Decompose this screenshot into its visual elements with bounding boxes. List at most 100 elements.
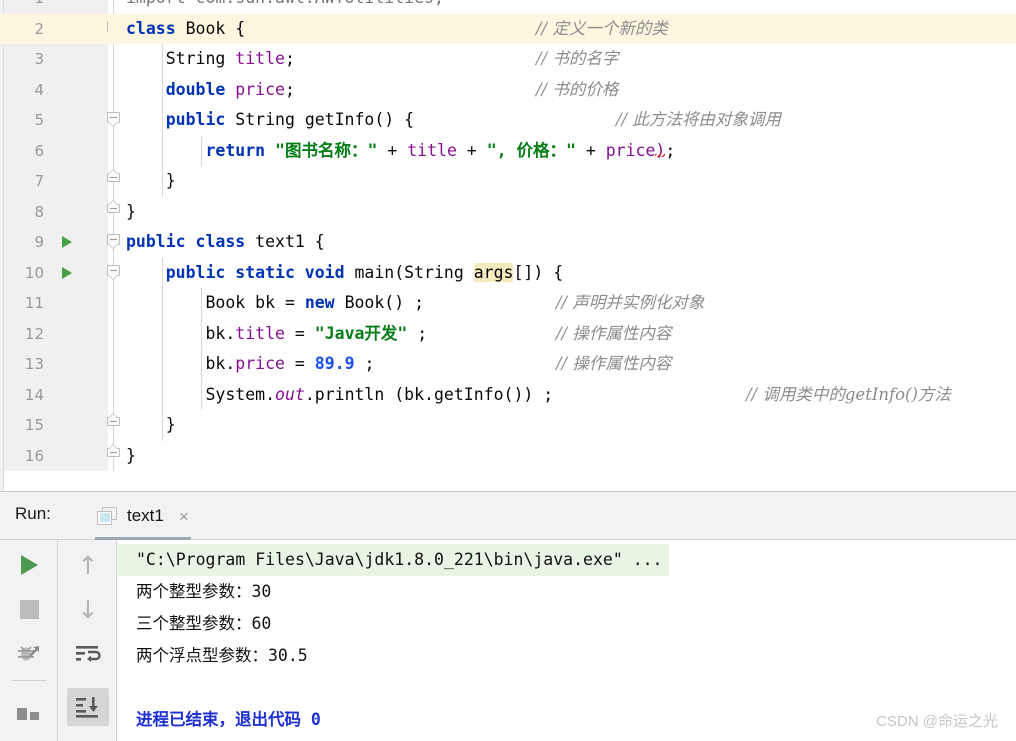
code-token: new bbox=[304, 293, 345, 312]
code-token: } bbox=[126, 171, 176, 190]
code-token: title bbox=[407, 140, 457, 160]
code-text-area[interactable]: return "图书名称：" + title + ", 价格：" + price… bbox=[108, 135, 1016, 167]
editor-gutter[interactable]: 4 bbox=[4, 74, 108, 105]
line-number: 11 bbox=[24, 294, 44, 312]
code-tokens: public String getInfo() { bbox=[126, 105, 414, 136]
code-tokens: bk.price = 89.9 ; bbox=[126, 349, 374, 380]
code-tokens: } bbox=[126, 441, 136, 472]
code-line[interactable]: 12 bk.title = "Java开发" ; // 操作属性内容 bbox=[0, 318, 1016, 349]
code-token: + bbox=[456, 140, 487, 160]
soft-wrap-button[interactable] bbox=[67, 635, 109, 673]
line-number: 7 bbox=[34, 172, 44, 190]
rerun-button[interactable] bbox=[8, 546, 50, 584]
editor-gutter[interactable]: 13 bbox=[4, 349, 108, 380]
pin-button[interactable] bbox=[8, 695, 50, 733]
run-gutter-icon[interactable] bbox=[62, 236, 72, 248]
console-output[interactable]: "C:\Program Files\Java\jdk1.8.0_221\bin\… bbox=[118, 540, 1016, 741]
code-line[interactable]: 8} bbox=[0, 196, 1016, 228]
run-gutter-icon[interactable] bbox=[62, 266, 72, 279]
editor-gutter[interactable]: 9 bbox=[4, 227, 108, 258]
code-line[interactable]: 13 bk.price = 89.9 ; // 操作属性内容 bbox=[0, 349, 1016, 380]
code-line[interactable]: 3 String title; // 书的名字 bbox=[0, 44, 1016, 75]
code-comment: // 此方法将由对象调用 bbox=[616, 110, 781, 129]
code-token: ; bbox=[407, 323, 428, 343]
editor-gutter[interactable]: 12 bbox=[4, 318, 108, 349]
code-token: bk. bbox=[126, 323, 236, 343]
code-tokens: } bbox=[126, 410, 176, 441]
code-tokens: } bbox=[126, 166, 176, 197]
code-text-area[interactable]: bk.title = "Java开发" ; // 操作属性内容 bbox=[108, 318, 1016, 349]
code-token: Book { bbox=[185, 18, 246, 38]
code-line[interactable]: 9 public class text1 { bbox=[0, 227, 1016, 258]
line-number: 15 bbox=[24, 416, 44, 434]
code-comment: // 书的价格 bbox=[536, 79, 619, 99]
scroll-to-end-button[interactable] bbox=[67, 688, 109, 726]
code-tokens: } bbox=[126, 197, 136, 228]
editor-gutter[interactable]: 6 bbox=[4, 135, 108, 166]
code-token: ; bbox=[665, 140, 676, 160]
editor-gutter[interactable]: 7 bbox=[4, 166, 108, 197]
stop-button[interactable] bbox=[8, 590, 50, 628]
code-text-area[interactable]: } bbox=[108, 197, 1016, 228]
line-number: 9 bbox=[34, 233, 44, 251]
line-number: 10 bbox=[24, 263, 44, 282]
console-output-line: 两个浮点型参数：30.5 bbox=[136, 646, 308, 665]
code-tokens: System.out.println (bk.getInfo()) ; bbox=[126, 380, 553, 411]
code-token: "Java开发" bbox=[314, 323, 408, 343]
code-text-area[interactable]: public class text1 { bbox=[108, 227, 1016, 258]
code-text-area[interactable]: public static void main(String args[]) { bbox=[108, 257, 1016, 289]
code-line[interactable]: 15 } bbox=[0, 410, 1016, 441]
code-comment: // 定义一个新的类 bbox=[536, 18, 668, 38]
code-line[interactable]: 2 class Book {// 定义一个新的类 bbox=[0, 13, 1016, 44]
run-tab-text1[interactable]: text1 × bbox=[85, 492, 201, 540]
editor-gutter[interactable]: 16 bbox=[4, 440, 108, 471]
editor-gutter[interactable]: 3 bbox=[4, 44, 108, 75]
code-comment: // 调用类中的getInfo()方法 bbox=[746, 384, 951, 404]
code-tokens: Book bk = new Book() ; bbox=[126, 288, 424, 319]
code-tokens: public static void main(String args[]) { bbox=[126, 258, 563, 289]
code-editor[interactable]: 1 import com.sun.awt.AWTUtilities; 2 class … bbox=[0, 0, 1016, 491]
code-line[interactable]: 11 Book bk = new Book() ; // 声明并实例化对象 bbox=[0, 288, 1016, 319]
code-line[interactable]: 5 public String getInfo() { // 此方法将由对象调用 bbox=[0, 105, 1016, 136]
code-text-area[interactable]: Book bk = new Book() ; // 声明并实例化对象 bbox=[108, 288, 1016, 319]
code-line[interactable]: 4 double price; // 书的价格 bbox=[0, 74, 1016, 106]
code-text-area[interactable]: } bbox=[108, 410, 1016, 441]
code-token: String getInfo() { bbox=[235, 110, 415, 129]
code-text-area[interactable]: System.out.println (bk.getInfo()) ; // 调用… bbox=[108, 379, 1016, 411]
debug-button[interactable] bbox=[8, 635, 50, 673]
editor-gutter[interactable]: 11 bbox=[4, 288, 108, 319]
code-text-area[interactable]: String title; // 书的名字 bbox=[108, 44, 1016, 75]
editor-gutter[interactable]: 14 bbox=[4, 379, 108, 410]
line-number: 1 bbox=[34, 0, 44, 14]
editor-gutter[interactable]: 1 bbox=[4, 0, 108, 14]
code-line[interactable]: 6 return "图书名称：" + title + ", 价格：" + pri… bbox=[0, 135, 1016, 167]
code-tokens: double price; bbox=[126, 75, 295, 106]
code-tokens: return "图书名称：" + title + ", 价格：" + price… bbox=[126, 136, 675, 167]
close-icon[interactable]: × bbox=[179, 508, 189, 525]
up-button[interactable]: ↑ bbox=[67, 546, 109, 584]
code-text-area[interactable]: class Book {// 定义一个新的类 bbox=[108, 13, 1016, 44]
code-line[interactable]: 16} bbox=[0, 440, 1016, 472]
editor-gutter[interactable]: 15 bbox=[4, 410, 108, 441]
code-text-area[interactable]: public String getInfo() { // 此方法将由对象调用 bbox=[108, 105, 1016, 136]
code-text-area[interactable]: } bbox=[108, 166, 1016, 197]
code-line[interactable]: 1 import com.sun.awt.AWTUtilities; bbox=[0, 0, 1016, 14]
editor-gutter[interactable]: 5 bbox=[4, 105, 108, 136]
editor-gutter[interactable]: 8 bbox=[4, 196, 108, 227]
code-line[interactable]: 7 } bbox=[0, 166, 1016, 197]
code-text-area[interactable]: } bbox=[108, 441, 1016, 472]
scroll-to-end-icon bbox=[76, 697, 98, 718]
code-text-area[interactable]: bk.price = 89.9 ; // 操作属性内容 bbox=[108, 349, 1016, 380]
code-line[interactable]: 10 public static void main(String args[]… bbox=[0, 257, 1016, 289]
code-token: Book bk = bbox=[126, 293, 305, 312]
code-text-area[interactable]: double price; // 书的价格 bbox=[108, 74, 1016, 106]
code-token: + bbox=[377, 140, 408, 160]
down-button[interactable]: ↓ bbox=[67, 590, 109, 628]
stop-icon bbox=[19, 599, 39, 619]
code-token: .println (bk.getInfo()) ; bbox=[304, 384, 554, 404]
code-token: import com.sun.awt.AWTUtilities; bbox=[126, 0, 444, 7]
editor-gutter[interactable]: 2 bbox=[4, 13, 108, 44]
code-line[interactable]: 14 System.out.println (bk.getInfo()) ; //… bbox=[0, 379, 1016, 411]
code-text-area[interactable]: import com.sun.awt.AWTUtilities; bbox=[108, 0, 1016, 14]
editor-gutter[interactable]: 10 bbox=[4, 257, 108, 288]
